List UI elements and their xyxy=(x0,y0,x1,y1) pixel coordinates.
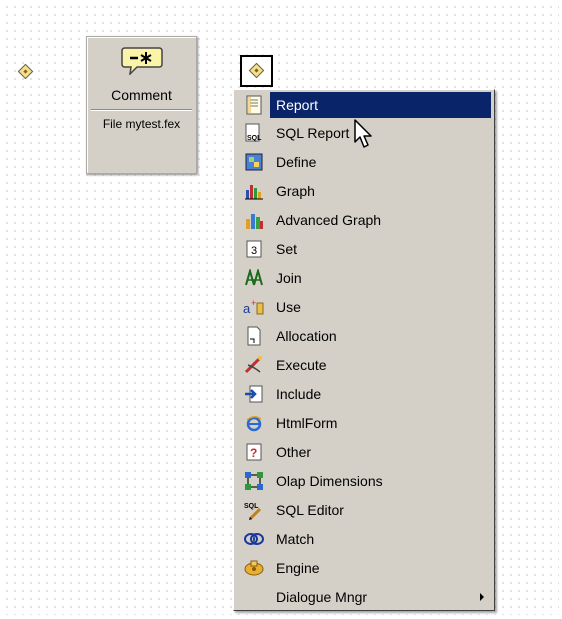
menu-item-join[interactable]: Join xyxy=(237,265,491,291)
match-icon xyxy=(243,528,265,550)
menu-item-execute[interactable]: Execute xyxy=(237,352,491,378)
menu-item-label: Match xyxy=(276,531,315,547)
allocation-icon xyxy=(243,325,265,347)
mouse-pointer-icon xyxy=(354,119,372,148)
svg-text:a: a xyxy=(243,301,251,316)
svg-text:3: 3 xyxy=(251,245,257,257)
use-icon: a + xyxy=(243,296,265,318)
menu-item-label: Define xyxy=(276,154,317,170)
submenu-arrow-icon xyxy=(480,593,484,601)
other-icon: ? xyxy=(243,441,265,463)
svg-text:?: ? xyxy=(250,446,257,460)
sql-report-icon: SQL xyxy=(243,122,265,144)
menu-item-label: Allocation xyxy=(276,328,337,344)
menu-item-include[interactable]: Include xyxy=(237,381,491,407)
execute-icon xyxy=(243,354,265,376)
menu-item-label: Other xyxy=(276,444,312,460)
context-menu: Report SQL SQL Report Define Graph Advan… xyxy=(233,89,495,611)
menu-item-label: Graph xyxy=(276,183,315,199)
comment-node[interactable]: Comment File mytest.fex xyxy=(86,36,197,174)
menu-item-icon-placeholder xyxy=(243,586,265,608)
menu-item-define[interactable]: Define xyxy=(237,149,491,175)
define-icon xyxy=(243,151,265,173)
report-icon xyxy=(243,94,265,116)
menu-item-label: Join xyxy=(276,270,302,286)
menu-item-label: HtmlForm xyxy=(276,415,338,431)
include-icon xyxy=(243,383,265,405)
menu-item-htmlform[interactable]: HtmlForm xyxy=(237,410,491,436)
menu-item-engine[interactable]: Engine xyxy=(237,555,491,581)
join-icon xyxy=(243,267,265,289)
svg-text:SQL: SQL xyxy=(247,135,262,142)
menu-item-label: SQL Editor xyxy=(276,502,344,518)
insert-point-diamond-icon xyxy=(248,62,265,79)
menu-item-graph[interactable]: Graph xyxy=(237,178,491,204)
comment-node-divider xyxy=(91,109,192,111)
menu-item-label: Use xyxy=(276,299,301,315)
olap-dimensions-icon xyxy=(243,470,265,492)
insert-point-selected[interactable] xyxy=(240,55,273,87)
menu-item-label: Advanced Graph xyxy=(276,212,382,228)
menu-item-other[interactable]: ? Other xyxy=(237,439,491,465)
menu-item-set[interactable]: 3 Set xyxy=(237,236,491,262)
sql-editor-icon: SQL xyxy=(243,499,265,521)
menu-item-label: Dialogue Mngr xyxy=(276,589,368,605)
comment-node-label: Comment xyxy=(111,87,172,103)
menu-item-olap-dimensions[interactable]: Olap Dimensions xyxy=(237,468,491,494)
menu-item-dialogue-mngr[interactable]: Dialogue Mngr xyxy=(237,584,491,610)
menu-item-label: Engine xyxy=(276,560,320,576)
graph-icon xyxy=(243,180,265,202)
menu-item-use[interactable]: a + Use xyxy=(237,294,491,320)
menu-item-report[interactable]: Report xyxy=(237,92,491,118)
svg-text:SQL: SQL xyxy=(244,503,259,510)
menu-item-label: Set xyxy=(276,241,298,257)
start-node-diamond-icon[interactable] xyxy=(17,63,34,80)
menu-item-label: Execute xyxy=(276,357,327,373)
set-icon: 3 xyxy=(243,238,265,260)
engine-icon xyxy=(243,557,265,579)
advanced-graph-icon xyxy=(243,209,265,231)
menu-item-label: Report xyxy=(270,92,491,118)
svg-text:+: + xyxy=(251,298,256,308)
menu-item-label: Include xyxy=(276,386,322,402)
menu-item-advanced-graph[interactable]: Advanced Graph xyxy=(237,207,491,233)
htmlform-icon xyxy=(243,412,265,434)
menu-item-allocation[interactable]: Allocation xyxy=(237,323,491,349)
comment-bubble-icon xyxy=(121,47,163,75)
menu-item-label: SQL Report xyxy=(276,125,350,141)
menu-item-sql-editor[interactable]: SQL SQL Editor xyxy=(237,497,491,523)
menu-item-match[interactable]: Match xyxy=(237,526,491,552)
comment-node-filename: File mytest.fex xyxy=(102,117,181,131)
menu-item-label: Olap Dimensions xyxy=(276,473,383,489)
